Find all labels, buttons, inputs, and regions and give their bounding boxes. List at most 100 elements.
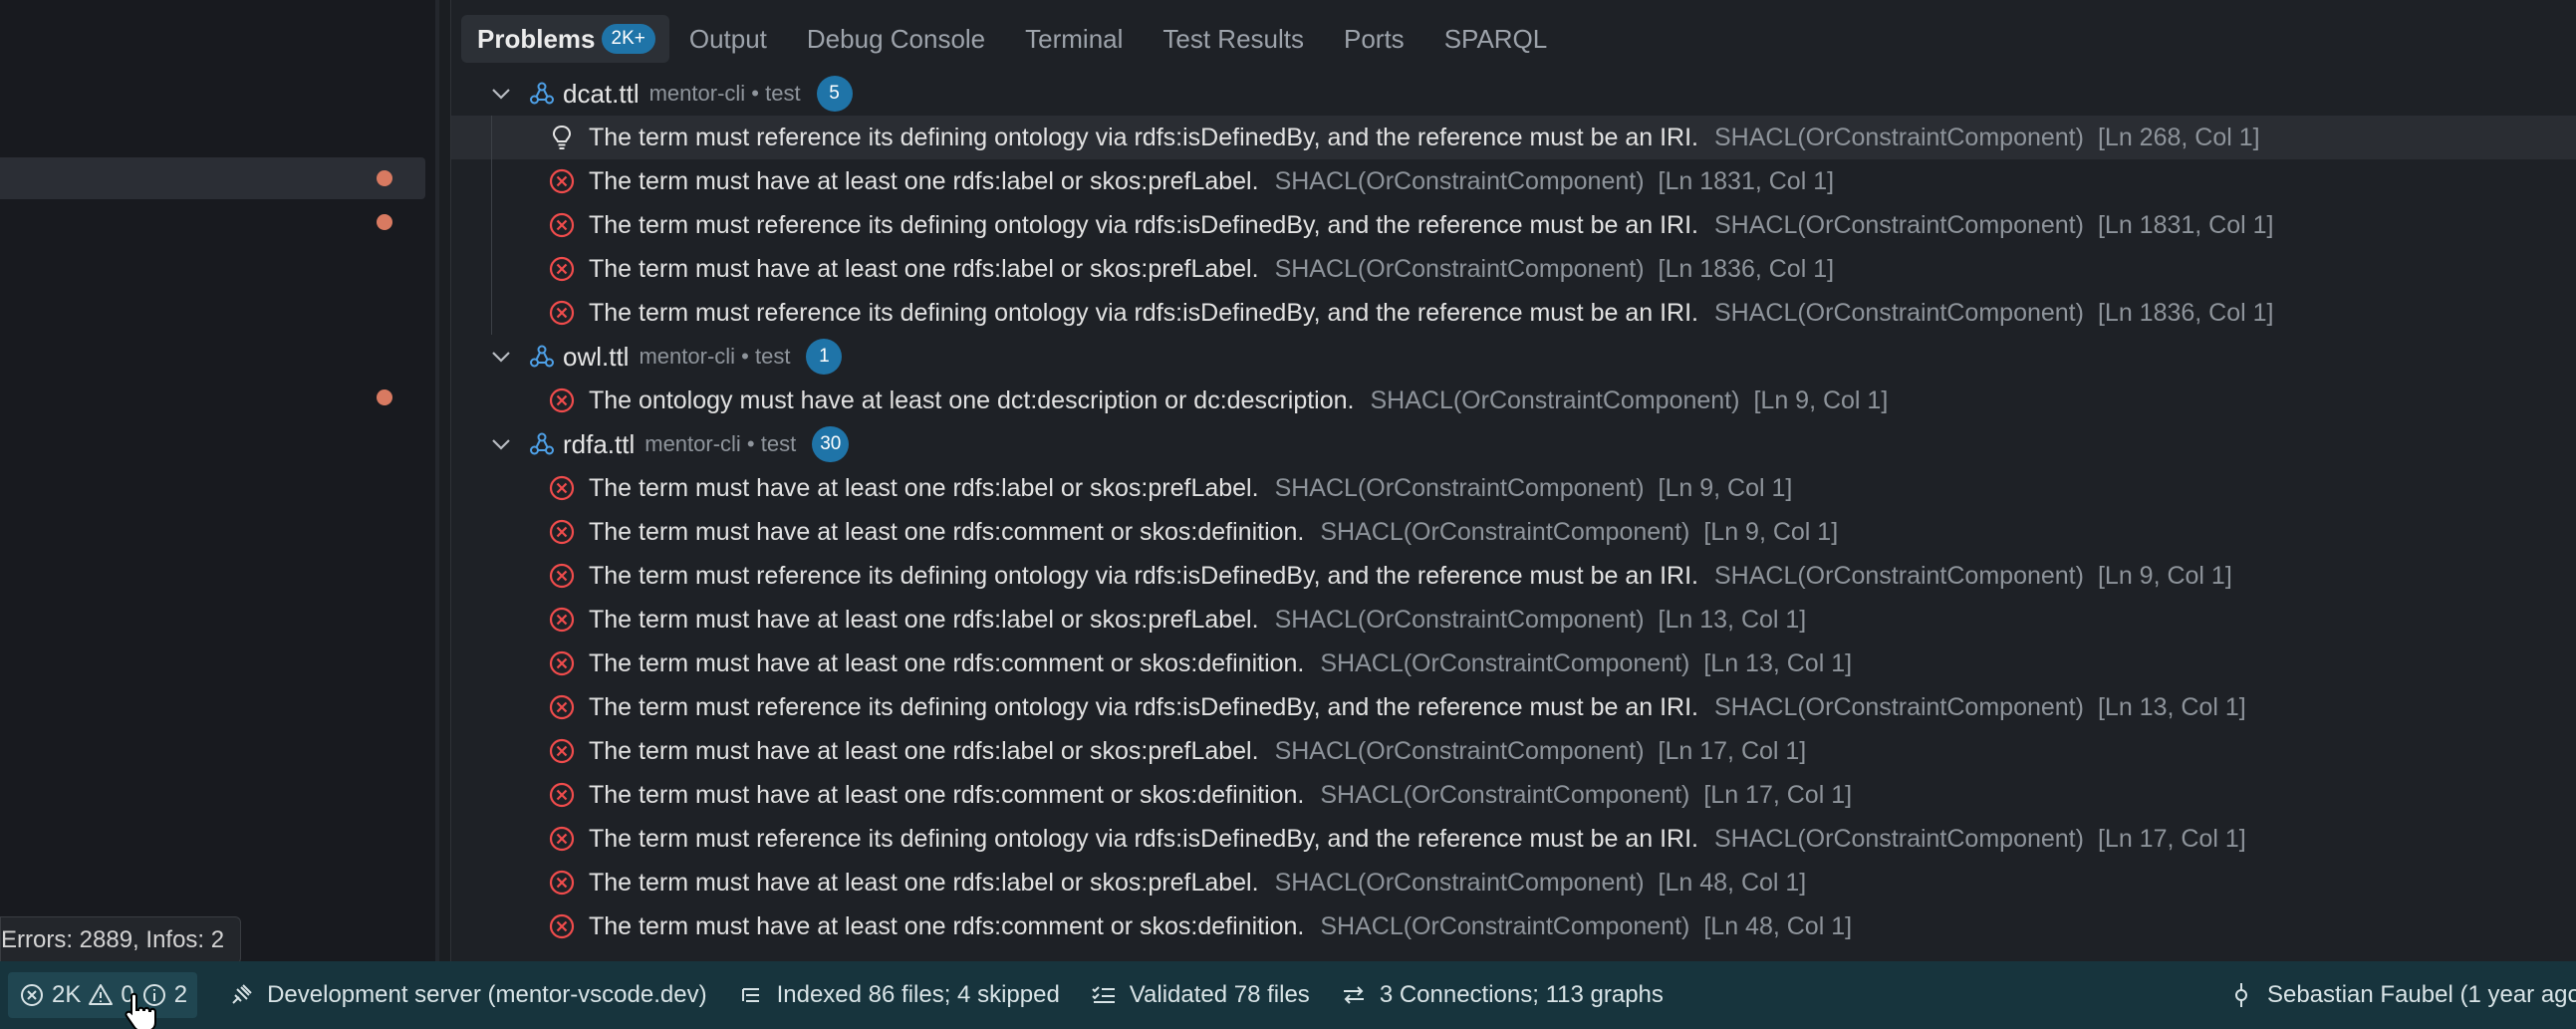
problem-location: [Ln 9, Col 1] bbox=[1658, 473, 1793, 502]
explorer-sidebar bbox=[0, 0, 435, 961]
problem-item-row[interactable]: The term must have at least one rdfs:com… bbox=[451, 642, 2576, 685]
problem-source: SHACL(OrConstraintComponent) bbox=[1713, 123, 2084, 151]
problem-item-row[interactable]: The term must have at least one rdfs:com… bbox=[451, 773, 2576, 817]
problem-item-row[interactable]: The term must have at least one rdfs:lab… bbox=[451, 159, 2576, 203]
problem-location: [Ln 17, Col 1] bbox=[2097, 824, 2246, 853]
explorer-selected-row[interactable] bbox=[0, 157, 425, 199]
problem-item-row[interactable]: The term must reference its defining ont… bbox=[451, 685, 2576, 729]
problem-source: SHACL(OrConstraintComponent) bbox=[1320, 780, 1690, 809]
problem-location: [Ln 13, Col 1] bbox=[1703, 648, 1853, 677]
problem-location: [Ln 48, Col 1] bbox=[1658, 868, 1807, 897]
warning-icon bbox=[89, 984, 114, 1005]
error-icon bbox=[547, 254, 577, 284]
problem-source: SHACL(OrConstraintComponent) bbox=[1274, 473, 1645, 502]
problem-item-row[interactable]: The term must reference its defining ont… bbox=[451, 291, 2576, 335]
problem-message: The term must have at least one rdfs:com… bbox=[589, 780, 1305, 809]
problem-location: [Ln 13, Col 1] bbox=[2097, 692, 2246, 721]
tab-problems[interactable]: Problems 2K+ bbox=[461, 15, 669, 63]
checklist-icon bbox=[1092, 986, 1115, 1003]
tab-label: Ports bbox=[1344, 24, 1405, 54]
problem-item-row[interactable]: The term must have at least one rdfs:lab… bbox=[451, 247, 2576, 291]
problem-location: [Ln 48, Col 1] bbox=[1703, 911, 1853, 940]
error-icon bbox=[547, 386, 577, 415]
tree-indent-guide bbox=[491, 159, 492, 203]
problem-item-row[interactable]: The term must have at least one rdfs:lab… bbox=[451, 466, 2576, 510]
problem-message: The term must reference its defining ont… bbox=[589, 210, 1698, 239]
problem-item-row[interactable]: The term must have at least one rdfs:lab… bbox=[451, 861, 2576, 904]
hand-cursor-icon bbox=[125, 992, 156, 1029]
sidebar-scrollbar[interactable] bbox=[435, 0, 439, 961]
problem-file-row[interactable]: owl.ttl mentor-cli • test 1 bbox=[451, 335, 2576, 379]
problem-count-badge: 30 bbox=[812, 426, 850, 462]
problem-message: The term must have at least one rdfs:lab… bbox=[589, 605, 1259, 634]
problem-source: SHACL(OrConstraintComponent) bbox=[1370, 386, 1740, 414]
lightbulb-icon bbox=[547, 123, 577, 152]
problem-message: The term must have at least one rdfs:com… bbox=[589, 517, 1305, 546]
problem-item-row[interactable]: The term must have at least one rdfs:lab… bbox=[451, 598, 2576, 642]
problem-location: [Ln 1831, Col 1] bbox=[2097, 210, 2274, 239]
tab-debug-console[interactable]: Debug Console bbox=[787, 15, 1005, 63]
status-indexed[interactable]: Indexed 86 files; 4 skipped bbox=[737, 981, 1060, 1009]
error-icon bbox=[547, 692, 577, 722]
tab-ports[interactable]: Ports bbox=[1324, 15, 1424, 63]
status-error-count: 2K bbox=[52, 981, 82, 1008]
status-git-blame[interactable]: Sebastian Faubel (1 year ago) bbox=[2227, 961, 2576, 1029]
file-path-meta: mentor-cli • test bbox=[639, 344, 791, 369]
problem-file-row[interactable]: dcat.ttl mentor-cli • test 5 bbox=[451, 72, 2576, 116]
modified-indicator bbox=[377, 214, 392, 230]
file-name: dcat.ttl bbox=[563, 78, 640, 109]
problem-message: The term must reference its defining ont… bbox=[589, 561, 1698, 590]
chevron-down-icon[interactable] bbox=[485, 341, 517, 373]
status-server-label: Development server (mentor-vscode.dev) bbox=[267, 981, 707, 1008]
tab-test-results[interactable]: Test Results bbox=[1143, 15, 1324, 63]
problem-location: [Ln 9, Col 1] bbox=[1753, 386, 1889, 414]
problem-item-row[interactable]: The term must reference its defining ont… bbox=[451, 116, 2576, 159]
error-icon bbox=[547, 868, 577, 898]
tab-terminal[interactable]: Terminal bbox=[1005, 15, 1143, 63]
status-validated[interactable]: Validated 78 files bbox=[1090, 981, 1310, 1009]
problem-source: SHACL(OrConstraintComponent) bbox=[1713, 561, 2084, 590]
error-icon bbox=[21, 984, 43, 1006]
problem-message: The term must have at least one rdfs:com… bbox=[589, 911, 1305, 940]
rdf-file-icon bbox=[529, 431, 555, 457]
panel-tab-bar: Problems 2K+ Output Debug Console Termin… bbox=[451, 0, 2576, 78]
chevron-down-icon[interactable] bbox=[485, 428, 517, 460]
problem-location: [Ln 9, Col 1] bbox=[1703, 517, 1839, 546]
status-server[interactable]: Development server (mentor-vscode.dev) bbox=[227, 981, 707, 1009]
problem-item-row[interactable]: The term must reference its defining ont… bbox=[451, 817, 2576, 861]
problem-item-row[interactable]: The term must have at least one rdfs:lab… bbox=[451, 729, 2576, 773]
tree-indent-guide bbox=[491, 116, 492, 159]
problem-item-row[interactable]: The term must have at least one rdfs:com… bbox=[451, 510, 2576, 554]
problem-item-row[interactable]: The ontology must have at least one dct:… bbox=[451, 379, 2576, 422]
problem-location: [Ln 17, Col 1] bbox=[1658, 736, 1807, 765]
problem-count-badge: 5 bbox=[816, 76, 853, 112]
error-icon bbox=[547, 736, 577, 766]
error-icon bbox=[547, 473, 577, 503]
error-icon bbox=[547, 780, 577, 810]
modified-indicator bbox=[377, 389, 392, 405]
problem-source: SHACL(OrConstraintComponent) bbox=[1713, 210, 2084, 239]
status-connections[interactable]: 3 Connections; 113 graphs bbox=[1340, 981, 1664, 1009]
list-icon bbox=[741, 988, 759, 1002]
tree-indent-guide bbox=[491, 247, 492, 291]
tab-label: Test Results bbox=[1162, 24, 1304, 54]
problem-item-row[interactable]: The term must reference its defining ont… bbox=[451, 554, 2576, 598]
error-icon bbox=[547, 298, 577, 328]
problem-message: The term must have at least one rdfs:com… bbox=[589, 648, 1305, 677]
problem-location: [Ln 9, Col 1] bbox=[2097, 561, 2232, 590]
tab-sparql[interactable]: SPARQL bbox=[1424, 15, 1568, 63]
error-icon bbox=[547, 911, 577, 941]
rdf-file-icon bbox=[529, 81, 555, 107]
arrows-swap-icon bbox=[1343, 986, 1364, 1004]
tab-label: SPARQL bbox=[1443, 24, 1548, 54]
problem-item-row[interactable]: The term must have at least one rdfs:com… bbox=[451, 904, 2576, 948]
tab-output[interactable]: Output bbox=[669, 15, 787, 63]
problem-item-row[interactable]: The term must reference its defining ont… bbox=[451, 203, 2576, 247]
problem-file-row[interactable]: rdfa.ttl mentor-cli • test 30 bbox=[451, 422, 2576, 466]
error-icon bbox=[547, 561, 577, 591]
status-indexed-label: Indexed 86 files; 4 skipped bbox=[776, 981, 1060, 1008]
status-validated-label: Validated 78 files bbox=[1129, 981, 1310, 1008]
tree-indent-guide bbox=[491, 291, 492, 335]
problem-source: SHACL(OrConstraintComponent) bbox=[1274, 254, 1645, 283]
chevron-down-icon[interactable] bbox=[485, 78, 517, 110]
